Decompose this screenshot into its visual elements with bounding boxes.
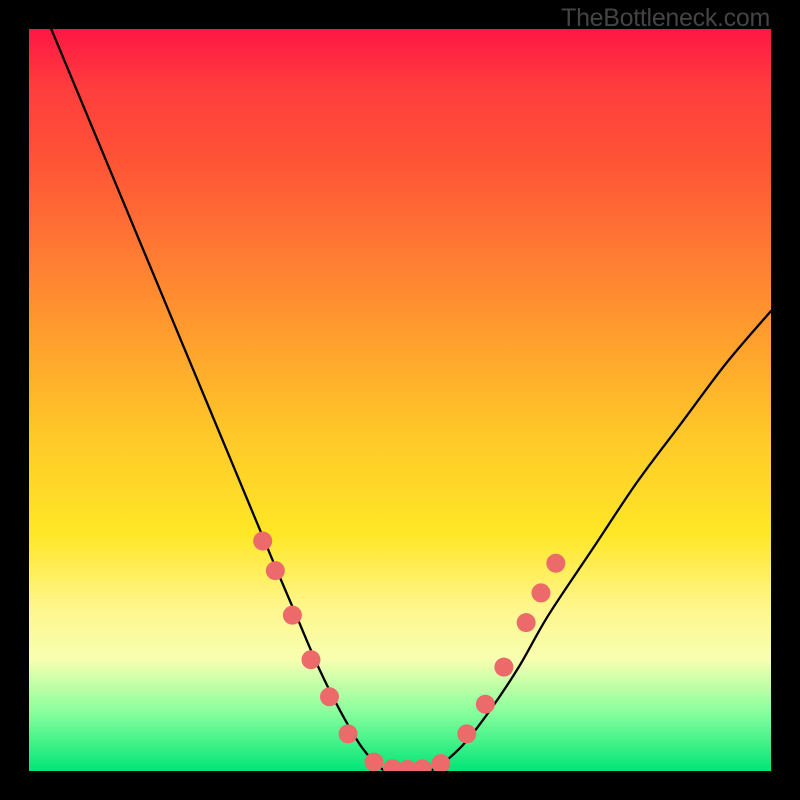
data-marker xyxy=(320,687,339,706)
chart-container: TheBottleneck.com xyxy=(0,0,800,800)
data-marker xyxy=(494,658,513,677)
data-marker xyxy=(531,583,550,602)
data-marker xyxy=(283,606,302,625)
data-marker xyxy=(546,554,565,573)
plot-area xyxy=(29,29,771,771)
data-marker xyxy=(413,759,432,771)
curve-path xyxy=(51,29,771,771)
data-marker xyxy=(431,754,450,771)
data-marker xyxy=(301,650,320,669)
data-marker xyxy=(365,753,384,771)
data-marker xyxy=(253,531,272,550)
bottleneck-curve xyxy=(29,29,771,771)
data-marker xyxy=(476,695,495,714)
data-marker xyxy=(266,561,285,580)
data-marker xyxy=(457,724,476,743)
markers-group xyxy=(253,531,565,771)
data-marker xyxy=(517,613,536,632)
data-marker xyxy=(339,724,358,743)
